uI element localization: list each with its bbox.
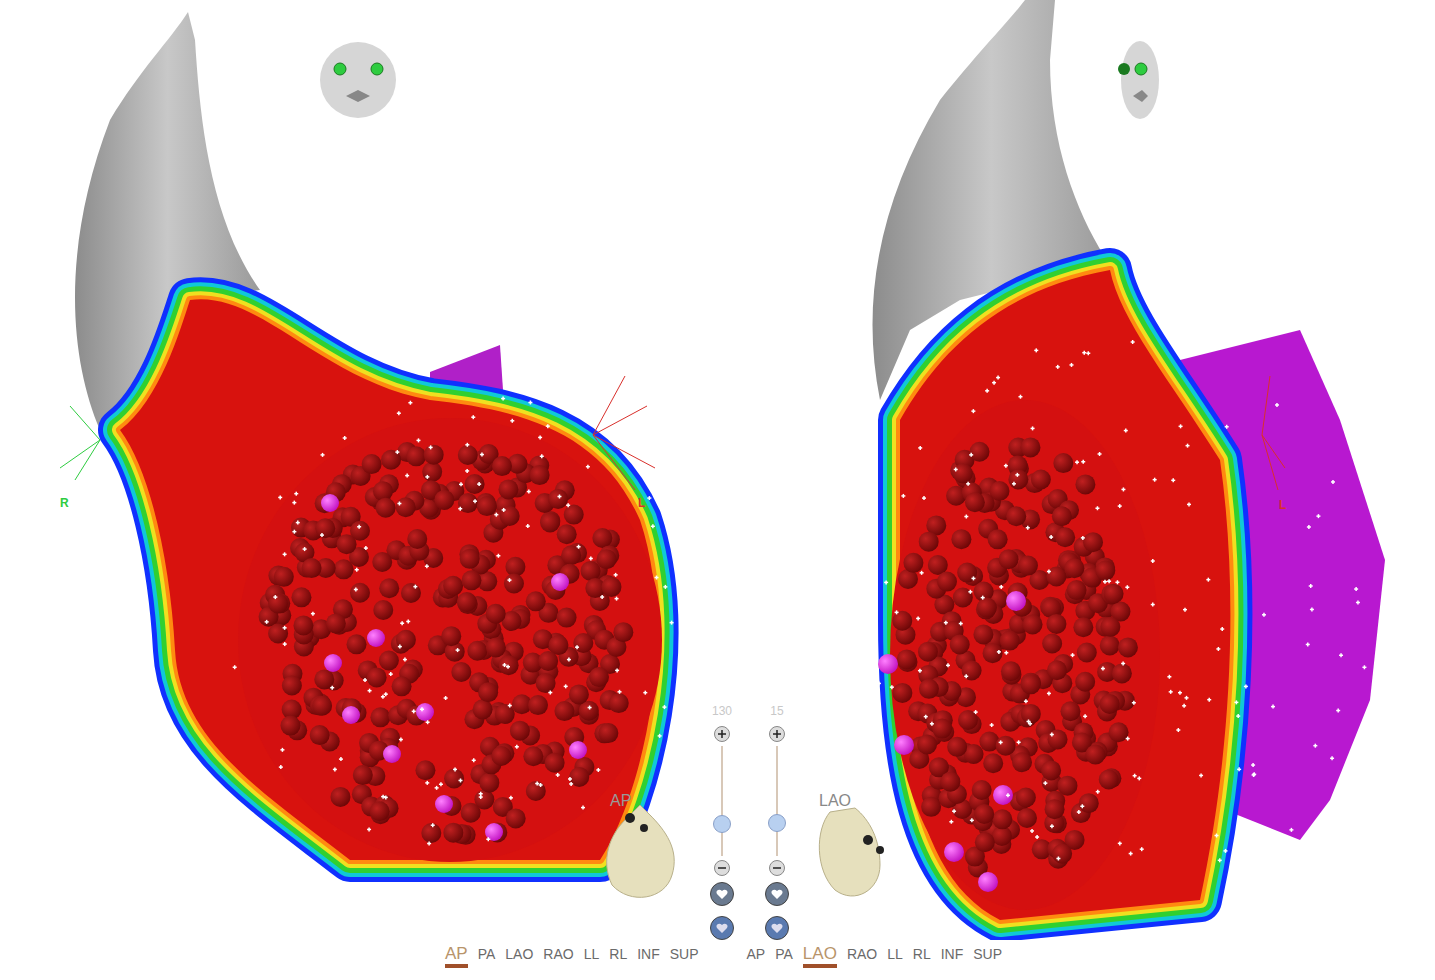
minus-button[interactable] <box>769 860 785 876</box>
axis-r-icon <box>60 406 100 480</box>
face-orientation-icon <box>1118 41 1159 119</box>
view-toolbar: AP PA LAO RAO LL RL INF SUP AP PA LAO RAO LL RL INF SUP <box>0 940 1435 980</box>
lao-view-model <box>873 0 1386 920</box>
heart-button[interactable] <box>710 882 734 906</box>
view-button[interactable]: AP <box>445 944 468 968</box>
slider-knob[interactable] <box>768 814 786 832</box>
mapping-app: RLLAPLAO13015APPALAORAOLLRLINFSUPAPPALAO… <box>0 0 1435 980</box>
face-orientation-icon <box>320 42 396 118</box>
plus-icon <box>718 730 726 738</box>
heart-icon <box>771 923 783 934</box>
view-button[interactable]: AP <box>747 944 766 968</box>
view-button[interactable]: RAO <box>543 944 573 968</box>
plus-icon <box>773 730 781 738</box>
view-button[interactable]: LAO <box>803 944 837 968</box>
slider-track[interactable] <box>721 746 723 856</box>
view-button[interactable]: LL <box>584 944 600 968</box>
map-canvas[interactable] <box>0 0 1435 940</box>
heart-icon <box>771 889 783 900</box>
heart-view-button[interactable] <box>765 916 789 940</box>
slider-track[interactable] <box>776 746 778 856</box>
map-area: R L L AP LAO 130 15 <box>0 0 1435 940</box>
heart-view-button[interactable] <box>710 916 734 940</box>
minus-button[interactable] <box>714 860 730 876</box>
point-markers <box>877 340 1366 862</box>
ap-view-model <box>75 12 687 862</box>
view-button[interactable]: LAO <box>505 944 533 968</box>
view-label: AP <box>610 789 631 813</box>
heart-button[interactable] <box>765 882 789 906</box>
slider-label: 130 <box>712 704 732 718</box>
slider-knob[interactable] <box>713 815 731 833</box>
minus-icon <box>773 864 781 872</box>
view-bar: AP PA LAO RAO LL RL INF SUP <box>445 944 699 968</box>
heart-icon <box>716 889 728 900</box>
view-button[interactable]: LL <box>887 944 903 968</box>
axis-label: R <box>60 494 69 512</box>
view-button[interactable]: RAO <box>847 944 877 968</box>
view-button[interactable]: PA <box>478 944 496 968</box>
heart-icon <box>716 923 728 934</box>
minus-icon <box>718 864 726 872</box>
axis-l-icon <box>1262 376 1285 490</box>
view-button[interactable]: PA <box>775 944 793 968</box>
point-markers <box>233 397 687 846</box>
slider-group: 130 15 <box>707 704 792 940</box>
axis-label: L <box>638 494 645 512</box>
view-button[interactable]: SUP <box>973 944 1002 968</box>
slider-label: 15 <box>770 704 783 718</box>
axis-label: L <box>1279 496 1286 514</box>
zoom-slider[interactable]: 130 <box>707 704 737 940</box>
view-button[interactable]: INF <box>941 944 964 968</box>
view-bar: AP PA LAO RAO LL RL INF SUP <box>747 944 1003 968</box>
view-button[interactable]: SUP <box>670 944 699 968</box>
plus-button[interactable] <box>769 726 785 742</box>
view-button[interactable]: INF <box>637 944 660 968</box>
view-button[interactable]: RL <box>913 944 931 968</box>
view-button[interactable]: RL <box>609 944 627 968</box>
axis-l-icon <box>593 376 655 490</box>
zoom-slider[interactable]: 15 <box>762 704 792 940</box>
plus-button[interactable] <box>714 726 730 742</box>
orientation-heart-icon[interactable] <box>819 808 884 896</box>
view-label: LAO <box>819 789 851 813</box>
orientation-heart-icon[interactable] <box>607 805 675 897</box>
